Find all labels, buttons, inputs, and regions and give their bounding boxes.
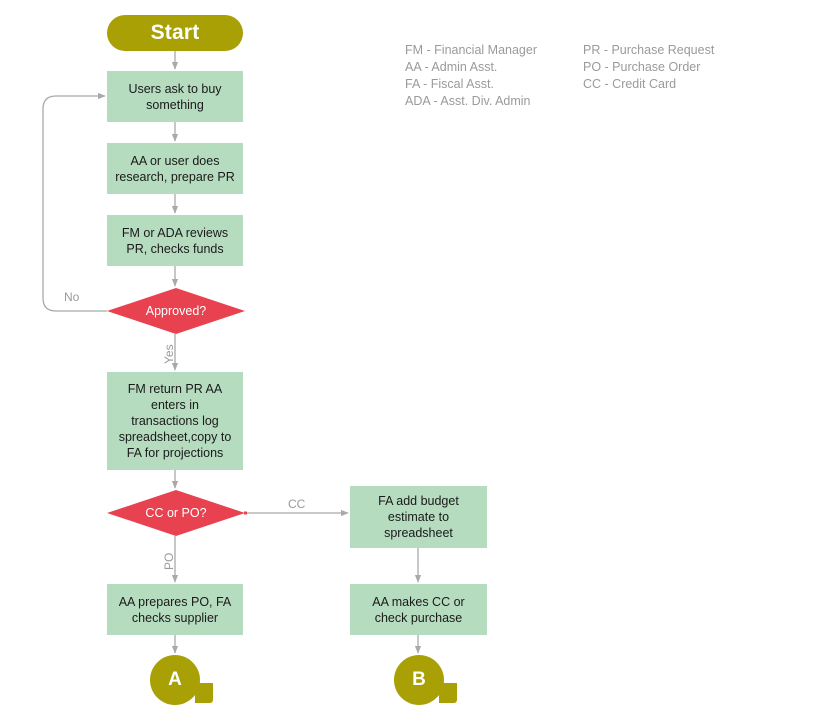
node-line: PR, checks funds xyxy=(126,241,224,256)
node-connector-a[interactable]: A xyxy=(150,655,213,705)
node-line: AA makes CC or xyxy=(372,594,465,609)
node-approved-decision[interactable]: Approved? xyxy=(107,288,245,334)
node-line: Users ask to buy xyxy=(128,81,222,96)
node-aa-prepares-po[interactable]: AA prepares PO, FA checks supplier xyxy=(107,584,243,635)
node-approved-label: Approved? xyxy=(145,303,207,318)
connector-tail xyxy=(439,683,457,703)
edge-label-cc: CC xyxy=(288,497,306,511)
node-line: AA or user does xyxy=(130,153,220,168)
edge-label-no: No xyxy=(64,290,80,304)
node-cc-or-po-label: CC or PO? xyxy=(145,505,207,520)
node-line: AA prepares PO, FA xyxy=(118,594,232,609)
node-cc-or-po-decision[interactable]: CC or PO? xyxy=(107,490,245,536)
node-aa-makes-cc[interactable]: AA makes CC or check purchase xyxy=(350,584,487,635)
legend-item: CC - Credit Card xyxy=(583,77,677,91)
node-start[interactable]: Start xyxy=(107,15,243,51)
node-line: enters in xyxy=(151,398,199,412)
node-users-ask-to-buy[interactable]: Users ask to buy something xyxy=(107,71,243,122)
legend-item: FA - Fiscal Asst. xyxy=(405,77,494,91)
node-line: FM or ADA reviews xyxy=(121,225,229,240)
node-line: check purchase xyxy=(374,610,463,625)
node-line: FM return PR AA xyxy=(127,382,223,396)
node-connector-b[interactable]: B xyxy=(394,655,457,705)
node-line: research, prepare PR xyxy=(115,169,235,184)
node-line: spreadsheet xyxy=(384,526,453,540)
node-line: checks supplier xyxy=(131,610,219,625)
node-line: estimate to xyxy=(387,510,450,524)
node-connector-a-label: A xyxy=(168,669,182,690)
edge-label-po: PO xyxy=(162,552,176,570)
legend-item: FM - Financial Manager xyxy=(405,43,537,57)
node-line: something xyxy=(146,97,204,112)
node-fa-add-budget[interactable]: FA add budget estimate to spreadsheet xyxy=(350,486,487,548)
node-line: transactions log xyxy=(131,414,219,428)
legend-column-documents: PR - Purchase Request PO - Purchase Orde… xyxy=(583,42,714,93)
connector-tail xyxy=(195,683,213,703)
legend-column-roles: FM - Financial Manager AA - Admin Asst. … xyxy=(405,42,537,110)
legend-item: ADA - Asst. Div. Admin xyxy=(405,94,531,108)
flowchart-canvas: FM - Financial Manager AA - Admin Asst. … xyxy=(0,0,815,725)
node-research-prepare-pr[interactable]: AA or user does research, prepare PR xyxy=(107,143,243,194)
node-fm-ada-reviews[interactable]: FM or ADA reviews PR, checks funds xyxy=(107,215,243,266)
legend: FM - Financial Manager AA - Admin Asst. … xyxy=(405,42,745,112)
edge-label-yes: Yes xyxy=(162,344,176,364)
legend-item: PO - Purchase Order xyxy=(583,60,701,74)
node-start-label: Start xyxy=(150,21,200,44)
node-connector-b-label: B xyxy=(412,669,426,690)
node-line: FA add budget xyxy=(378,494,459,508)
node-line: FA for projections xyxy=(126,446,224,460)
legend-item: AA - Admin Asst. xyxy=(405,60,498,74)
legend-item: PR - Purchase Request xyxy=(583,43,715,57)
node-fm-return-pr[interactable]: FM return PR AA enters in transactions l… xyxy=(107,372,243,470)
node-line: spreadsheet,copy to xyxy=(118,430,232,444)
